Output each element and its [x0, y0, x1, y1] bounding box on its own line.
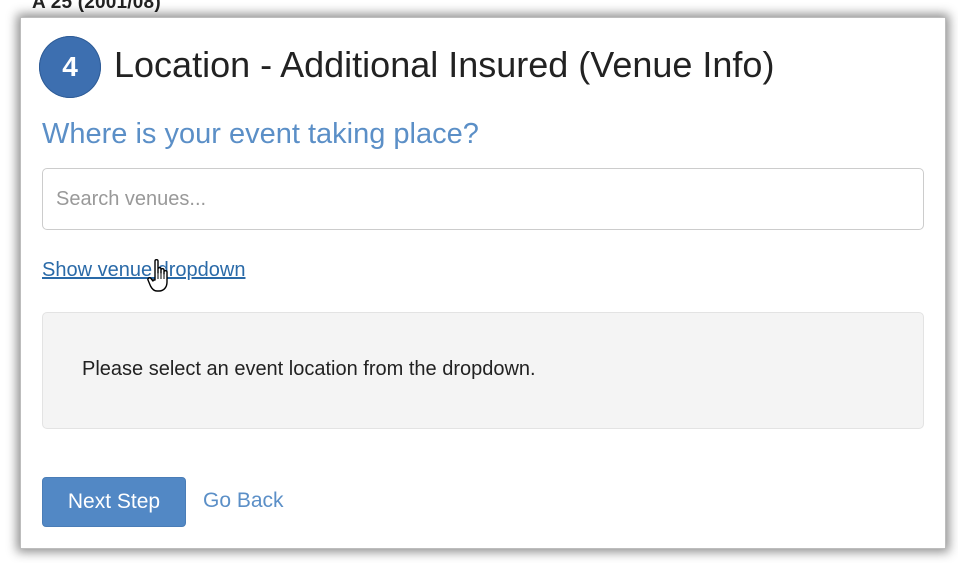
go-back-link[interactable]: Go Back — [203, 489, 284, 513]
show-venue-dropdown-link[interactable]: Show venue dropdown — [42, 259, 245, 282]
step-title: Location - Additional Insured (Venue Inf… — [114, 44, 775, 85]
background-partial-text: A 25 (2001/08) — [32, 0, 161, 13]
step-number-badge: 4 — [39, 36, 101, 98]
next-step-button[interactable]: Next Step — [42, 477, 186, 527]
venue-question-heading: Where is your event taking place? — [42, 118, 479, 150]
venue-search-input[interactable] — [42, 168, 924, 230]
hand-pointer-icon — [147, 259, 168, 292]
venue-message-text: Please select an event location from the… — [82, 358, 536, 380]
venue-message-box: Please select an event location from the… — [42, 312, 924, 429]
